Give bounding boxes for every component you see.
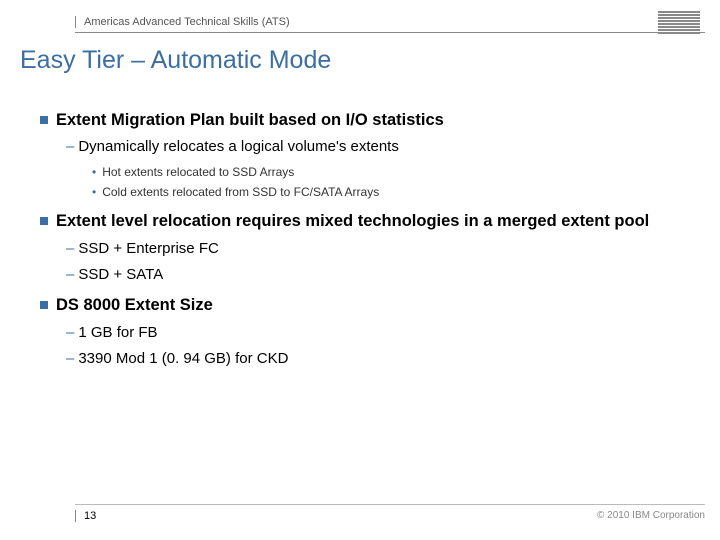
bullet-level1: DS 8000 Extent Size –1 GB for FB –3390 M… [40, 295, 700, 369]
bullet-level3: • Hot extents relocated to SSD Arrays [92, 164, 700, 181]
page-number: 13 [75, 510, 96, 522]
bullet-level2: –3390 Mod 1 (0. 94 GB) for CKD [66, 349, 700, 369]
header-bar: Americas Advanced Technical Skills (ATS) [75, 12, 700, 32]
bullet-text: Dynamically relocates a logical volume's… [78, 138, 399, 155]
bullet-level2: –Dynamically relocates a logical volume'… [66, 137, 700, 157]
dash-bullet-icon: – [66, 324, 74, 341]
dash-bullet-icon: – [66, 266, 74, 283]
bullet-text: 3390 Mod 1 (0. 94 GB) for CKD [78, 350, 288, 367]
bullet-level3: • Cold extents relocated from SSD to FC/S… [92, 184, 700, 201]
bullet-level2: –SSD + Enterprise FC [66, 239, 700, 259]
bullet-level1-head: Extent Migration Plan built based on I/O… [40, 110, 700, 131]
content-area: Extent Migration Plan built based on I/O… [40, 110, 700, 379]
bullet-text: Cold extents relocated from SSD to FC/SA… [102, 185, 379, 199]
dot-bullet-icon: • [92, 165, 96, 179]
bullet-level1: Extent Migration Plan built based on I/O… [40, 110, 700, 201]
dash-bullet-icon: – [66, 350, 74, 367]
dash-bullet-icon: – [66, 240, 74, 257]
bullet-level2: –1 GB for FB [66, 323, 700, 343]
bullet-level1-head: DS 8000 Extent Size [40, 295, 700, 316]
bullet-text: 1 GB for FB [78, 324, 157, 341]
bullet-text: Extent level relocation requires mixed t… [56, 211, 649, 232]
header-department-label: Americas Advanced Technical Skills (ATS) [75, 16, 290, 28]
bullet-level1: Extent level relocation requires mixed t… [40, 211, 700, 285]
square-bullet-icon [40, 116, 48, 124]
dash-bullet-icon: – [66, 138, 74, 155]
copyright-text: © 2010 IBM Corporation [597, 510, 705, 521]
slide-title: Easy Tier – Automatic Mode [20, 46, 331, 75]
square-bullet-icon [40, 301, 48, 309]
bullet-text: SSD + Enterprise FC [78, 240, 218, 257]
bullet-level2: –SSD + SATA [66, 265, 700, 285]
bullet-text: Hot extents relocated to SSD Arrays [102, 165, 294, 179]
header-divider [75, 32, 705, 33]
square-bullet-icon [40, 217, 48, 225]
dot-bullet-icon: • [92, 185, 96, 199]
bullet-text: SSD + SATA [78, 266, 163, 283]
footer: 13 © 2010 IBM Corporation [75, 504, 705, 522]
bullet-text: DS 8000 Extent Size [56, 295, 213, 316]
bullet-text: Extent Migration Plan built based on I/O… [56, 110, 444, 131]
bullet-level1-head: Extent level relocation requires mixed t… [40, 211, 700, 232]
ibm-logo-icon [658, 11, 700, 34]
